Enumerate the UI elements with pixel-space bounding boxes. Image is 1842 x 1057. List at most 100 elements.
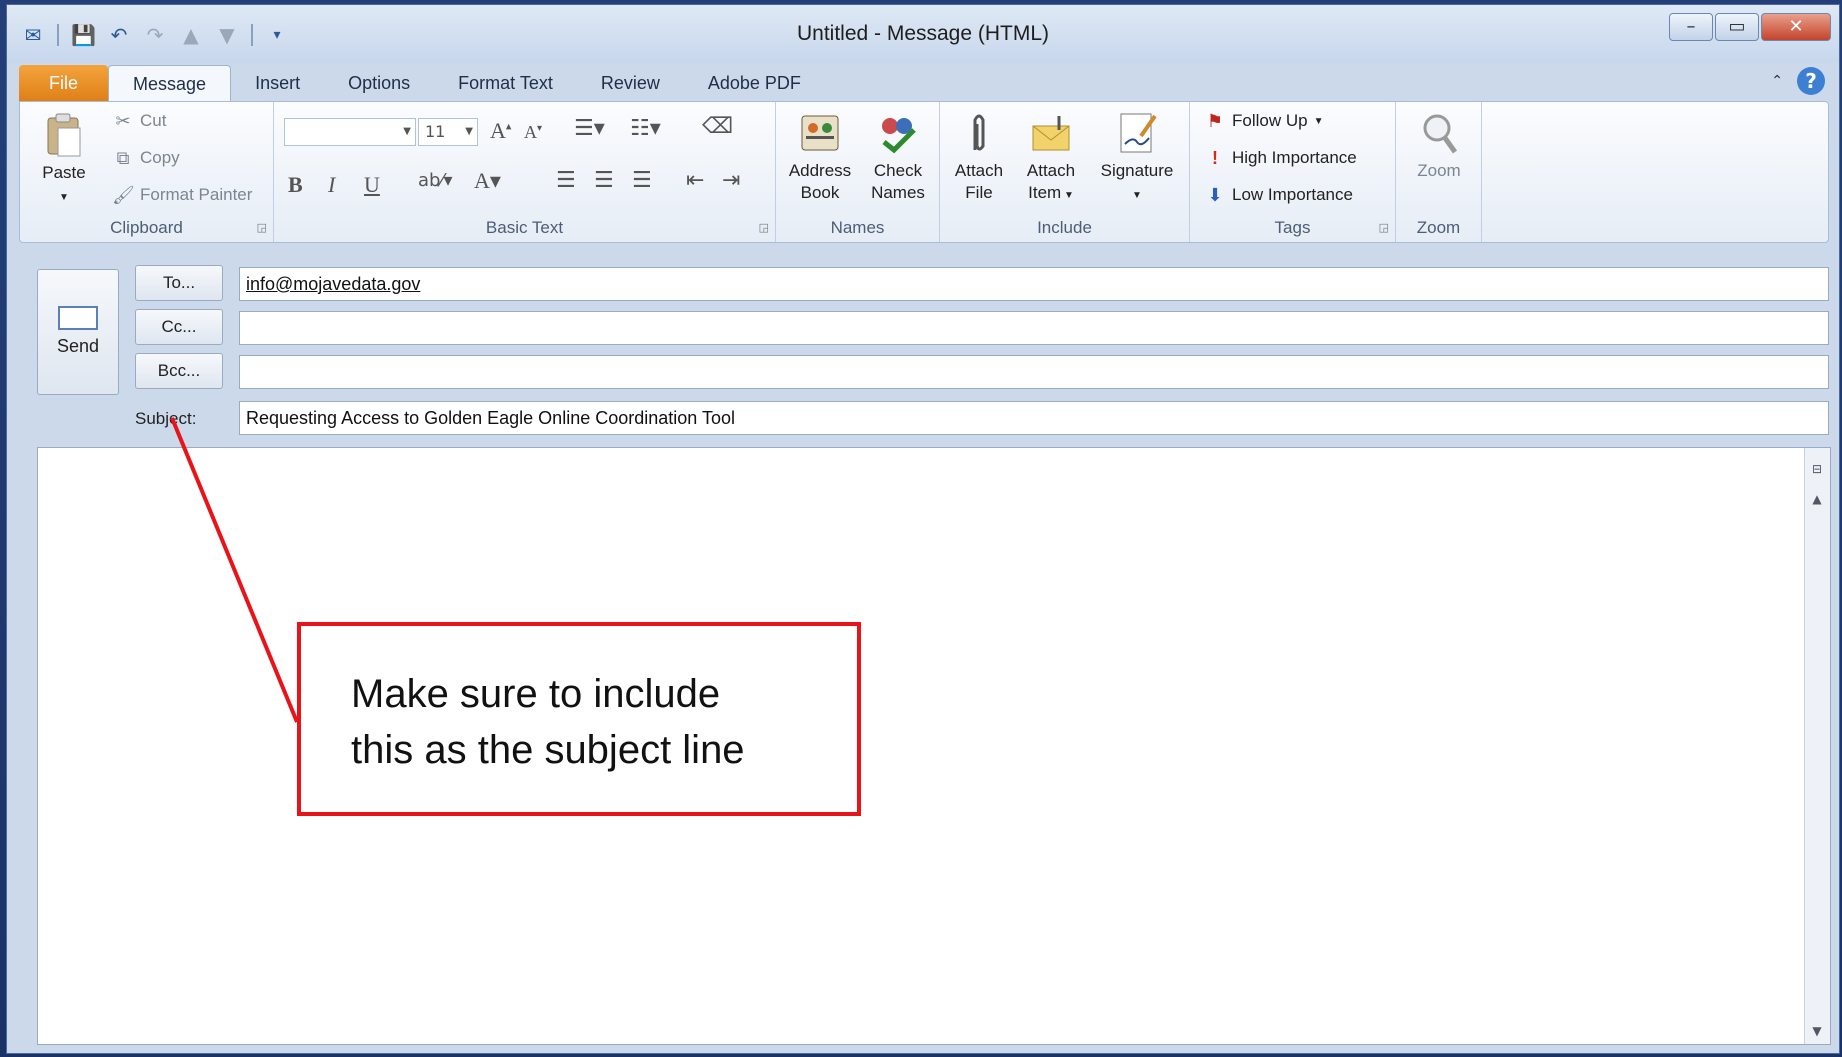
font-size-value: 11 xyxy=(425,122,446,141)
magnifier-icon xyxy=(1423,114,1458,154)
ribbon-tabs: File Message Insert Options Format Text … xyxy=(19,63,825,101)
increase-indent-icon[interactable]: ⇥ xyxy=(722,168,740,193)
clear-formatting-icon[interactable]: ⌫ xyxy=(702,114,733,139)
tab-review[interactable]: Review xyxy=(577,65,684,101)
font-name-dropdown-icon[interactable]: ▼ xyxy=(403,119,411,145)
low-importance-label: Low Importance xyxy=(1232,185,1353,204)
font-color-icon[interactable]: A▾ xyxy=(474,168,501,194)
scroll-up-icon[interactable]: ▲ xyxy=(1808,490,1826,508)
outlook-message-window: ✉ 💾 ↶ ↷ ▲ ▼ ▾ Untitled - Message (HTML) … xyxy=(6,4,1840,1054)
align-center-icon[interactable]: ☰ xyxy=(594,168,614,193)
tab-insert[interactable]: Insert xyxy=(231,65,324,101)
bcc-button[interactable]: Bcc... xyxy=(135,353,223,389)
bcc-field[interactable] xyxy=(239,355,1829,389)
follow-up-button[interactable]: ⚑ Follow Up ▼ xyxy=(1204,110,1324,132)
tab-file[interactable]: File xyxy=(19,65,109,101)
zoom-group: Zoom Zoom xyxy=(1396,102,1482,242)
follow-up-label: Follow Up xyxy=(1232,111,1308,130)
bold-button[interactable]: B xyxy=(288,172,303,198)
down-arrow-icon: ⬇ xyxy=(1207,185,1223,205)
tab-options[interactable]: Options xyxy=(324,65,434,101)
clipboard-group: Paste ▼ ✂ Cut ⧉ Copy 🖌 Format Painter Cl… xyxy=(20,102,274,242)
cut-button[interactable]: ✂ Cut xyxy=(112,110,166,132)
minimize-ribbon-icon[interactable]: ⌃ xyxy=(1771,73,1783,89)
ribbon: Paste ▼ ✂ Cut ⧉ Copy 🖌 Format Painter Cl… xyxy=(19,101,1829,243)
signature-label: Signature xyxy=(1100,161,1174,180)
to-field[interactable]: info@mojavedata.gov xyxy=(239,267,1829,301)
underline-button[interactable]: U xyxy=(364,172,380,198)
check-names-button[interactable]: Check Names xyxy=(860,110,936,204)
align-left-icon[interactable]: ☰ xyxy=(556,168,576,193)
zoom-button[interactable]: Zoom xyxy=(1402,110,1476,182)
address-book-icon xyxy=(801,115,839,151)
subject-label: Subject: xyxy=(135,409,197,428)
align-right-icon[interactable]: ☰ xyxy=(632,168,652,193)
include-group: Attach File Attach Item ▼ Signature ▼ In… xyxy=(940,102,1190,242)
shrink-font-icon[interactable]: A▾ xyxy=(524,122,542,143)
callout-line-2: this as the subject line xyxy=(351,728,745,772)
tab-message[interactable]: Message xyxy=(108,65,232,101)
callout-box: Make sure to include this as the subject… xyxy=(297,622,861,816)
highlight-icon[interactable]: ab⁄▾ xyxy=(418,170,453,191)
clipboard-launcher-icon[interactable]: ◲ xyxy=(257,221,267,234)
check-names-label-1: Check xyxy=(873,161,923,180)
callout-line-1: Make sure to include xyxy=(351,672,721,716)
signature-icon xyxy=(1120,113,1157,153)
address-book-label-1: Address xyxy=(788,161,852,180)
paste-button[interactable]: Paste ▼ xyxy=(34,112,94,209)
font-size-combo[interactable]: 11 ▼ xyxy=(418,118,478,146)
cc-field[interactable] xyxy=(239,311,1829,345)
attach-item-button[interactable]: Attach Item ▼ xyxy=(1016,110,1086,207)
send-envelope-icon xyxy=(58,306,98,330)
signature-dropdown-icon[interactable]: ▼ xyxy=(1132,190,1142,201)
include-group-label: Include xyxy=(1037,218,1092,237)
help-icon[interactable]: ? xyxy=(1797,67,1825,95)
low-importance-button[interactable]: ⬇ Low Importance xyxy=(1204,184,1353,206)
scroll-down-icon[interactable]: ▼ xyxy=(1808,1022,1826,1040)
copy-button[interactable]: ⧉ Copy xyxy=(112,147,180,169)
vertical-scrollbar[interactable]: ⊟ ▲ ▼ xyxy=(1804,448,1830,1044)
attach-file-label-1: Attach xyxy=(954,161,1004,180)
help-area: ⌃ ? xyxy=(1771,63,1825,99)
zoom-label: Zoom xyxy=(1417,161,1461,180)
italic-button[interactable]: I xyxy=(328,172,335,198)
close-button[interactable]: ✕ xyxy=(1761,13,1831,41)
send-button[interactable]: Send xyxy=(37,269,119,395)
title-bar: ✉ 💾 ↶ ↷ ▲ ▼ ▾ Untitled - Message (HTML) … xyxy=(7,5,1839,63)
bullets-icon[interactable]: ☰▾ xyxy=(574,116,605,141)
paperclip-icon xyxy=(973,114,985,151)
names-group: Address Book Check Names Names xyxy=(776,102,940,242)
maximize-button[interactable]: ▭ xyxy=(1715,13,1759,41)
attach-file-label-2: File xyxy=(965,183,993,202)
high-importance-button[interactable]: ! High Importance xyxy=(1204,147,1357,169)
to-recipient[interactable]: info@mojavedata.gov xyxy=(246,274,420,294)
minimize-button[interactable]: – xyxy=(1669,13,1713,41)
attach-item-label-2: Item xyxy=(1028,183,1062,202)
to-button[interactable]: To... xyxy=(135,265,223,301)
decrease-indent-icon[interactable]: ⇤ xyxy=(686,168,704,193)
signature-button[interactable]: Signature ▼ xyxy=(1090,110,1184,207)
address-book-button[interactable]: Address Book xyxy=(782,110,858,204)
format-painter-button[interactable]: 🖌 Format Painter xyxy=(112,184,252,206)
window-controls: – ▭ ✕ xyxy=(1669,13,1831,41)
view-ruler-icon[interactable]: ⊟ xyxy=(1808,462,1826,480)
font-size-dropdown-icon[interactable]: ▼ xyxy=(465,119,473,145)
paste-label: Paste xyxy=(42,163,86,182)
tab-adobe-pdf[interactable]: Adobe PDF xyxy=(684,65,825,101)
font-name-combo[interactable]: ▼ xyxy=(284,118,416,146)
brush-icon: 🖌 xyxy=(112,185,135,205)
tags-launcher-icon[interactable]: ◲ xyxy=(1379,221,1389,234)
numbering-icon[interactable]: ☷▾ xyxy=(630,116,661,141)
cc-button[interactable]: Cc... xyxy=(135,309,223,345)
attach-item-dropdown-icon[interactable]: ▼ xyxy=(1061,190,1074,201)
tab-format-text[interactable]: Format Text xyxy=(434,65,577,101)
paste-dropdown-icon[interactable]: ▼ xyxy=(59,192,69,203)
subject-field[interactable]: Requesting Access to Golden Eagle Online… xyxy=(239,401,1829,435)
follow-up-dropdown-icon[interactable]: ▼ xyxy=(1314,116,1324,127)
grow-font-icon[interactable]: A▴ xyxy=(490,118,511,144)
basic-text-group: ▼ 11 ▼ A▴ A▾ ☰▾ ☷▾ ⌫ B I U ab⁄▾ A▾ ☰ ☰ ☰ … xyxy=(274,102,776,242)
basic-text-launcher-icon[interactable]: ◲ xyxy=(759,221,769,234)
high-importance-label: High Importance xyxy=(1232,148,1357,167)
attach-item-label-1: Attach xyxy=(1026,161,1076,180)
attach-file-button[interactable]: Attach File xyxy=(944,110,1014,204)
